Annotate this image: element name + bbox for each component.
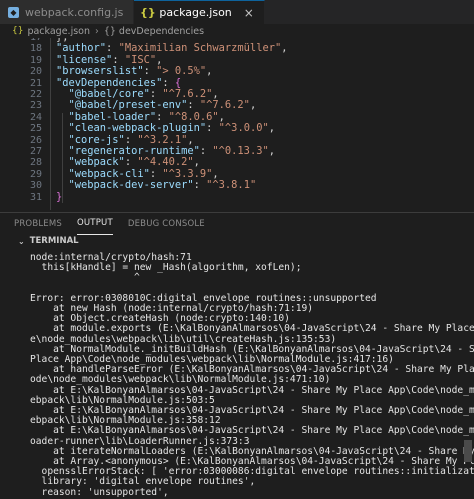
chevron-right-icon: › — [95, 25, 99, 37]
editor-tab-bar: ◆ webpack.config.js {} package.json × — [0, 0, 474, 24]
terminal-scrollbar[interactable] — [464, 440, 472, 462]
close-icon[interactable]: × — [244, 6, 254, 20]
line-number: 31 — [29, 191, 42, 203]
terminal-section-header[interactable]: ⌄ TERMINAL — [0, 234, 474, 248]
webpack-icon: ◆ — [8, 6, 19, 18]
chevron-down-icon: ⌄ — [18, 236, 25, 246]
tab-debug-console[interactable]: DEBUG CONSOLE — [128, 213, 205, 235]
terminal-output[interactable]: node:internal/crypto/hash:71 this[kHandl… — [0, 248, 474, 499]
tab-label: webpack.config.js — [25, 5, 124, 19]
terminal-line: reason: 'unsupported', — [30, 486, 169, 498]
json-icon: {} — [140, 6, 156, 19]
breadcrumb: {} package.json › {} devDependencies — [0, 24, 474, 38]
json-icon: {} — [12, 26, 24, 36]
tab-package-json[interactable]: {} package.json × — [134, 0, 265, 24]
tab-webpack-config[interactable]: ◆ webpack.config.js — [0, 0, 135, 24]
breadcrumb-section[interactable]: {} devDependencies — [104, 26, 204, 37]
code-text: } — [56, 190, 63, 203]
code-line[interactable]: 31} — [0, 190, 474, 205]
terminal-label: TERMINAL — [29, 236, 79, 246]
breadcrumb-file[interactable]: package.json — [27, 26, 90, 37]
tab-problems[interactable]: PROBLEMS — [14, 213, 62, 235]
tab-label: package.json — [159, 6, 232, 19]
tab-output[interactable]: OUTPUT — [77, 213, 113, 235]
terminal-line: ^ — [30, 272, 140, 284]
code-editor[interactable]: 17},18"author": "Maximilian Schwarzmülle… — [0, 38, 474, 210]
panel-tab-bar: PROBLEMS OUTPUT DEBUG CONSOLE — [0, 212, 474, 235]
